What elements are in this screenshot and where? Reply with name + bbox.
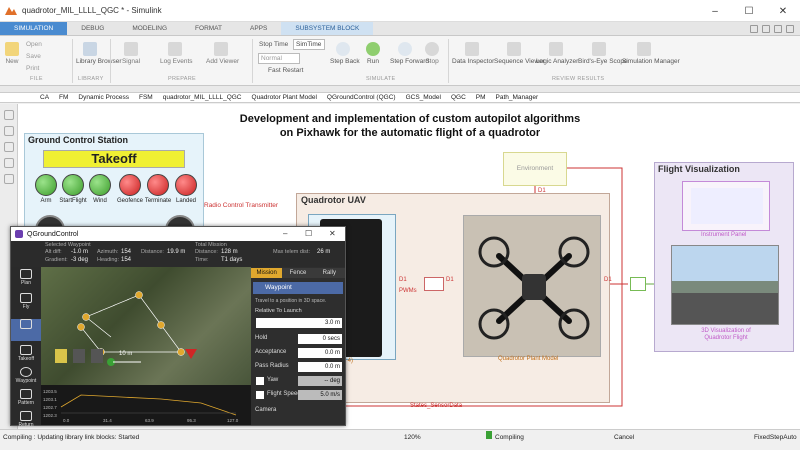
pattern-tool[interactable]: Pattern — [11, 389, 41, 406]
fly-icon — [20, 293, 32, 303]
pwm-label: PWMs — [399, 288, 417, 294]
uav-title: Quadrotor UAV — [301, 195, 366, 205]
tab-mission[interactable]: Mission — [251, 268, 283, 278]
signal-label: D1 — [446, 277, 454, 283]
qgc-logo-icon — [15, 230, 23, 238]
signal-label: D1 — [604, 277, 612, 283]
yaw-checkbox[interactable] — [256, 377, 264, 385]
qgc-plan-toolbar: Plan Fly Takeoff Waypoint Pattern Return — [11, 267, 41, 428]
qgc-mission-header: Selected Waypoint Alt diff: -1.0 m Gradi… — [11, 241, 345, 267]
pointer-icon — [20, 319, 32, 329]
flight-speed-input[interactable]: 5.0 m/s — [298, 390, 342, 400]
qgc-title: QGroundControl — [27, 230, 79, 238]
flight-speed-label: Flight Speed — [267, 391, 301, 397]
arm-lamp — [35, 174, 57, 196]
qgc-mission-map[interactable]: 10 m — [41, 267, 251, 385]
fly-tool[interactable]: Fly — [11, 293, 41, 310]
yaw-input[interactable]: -- deg — [298, 376, 342, 386]
qgc-maximize-icon[interactable]: ☐ — [305, 227, 312, 241]
hold-input[interactable]: 0 secs — [298, 334, 342, 344]
lamp-label: Landed — [175, 198, 197, 204]
pwm-conversion-block[interactable] — [424, 277, 444, 291]
select-tool[interactable] — [11, 319, 41, 341]
terminate-lamp — [147, 174, 169, 196]
acceptance-label: Acceptance — [255, 349, 287, 355]
map-scale: 10 m — [119, 351, 133, 357]
instrument-dials-icon — [691, 188, 763, 224]
compile-status: Compiling — [495, 434, 524, 441]
instrument-panel-label: Instrument Panel — [701, 232, 747, 238]
instrument-panel-block[interactable] — [682, 181, 770, 231]
plant-label: Quadrotor Plant Model — [498, 356, 559, 362]
cancel-button[interactable]: Cancel — [614, 434, 634, 441]
hold-label: Hold — [255, 335, 268, 341]
radio-control-label: Radio Control Transmitter — [204, 202, 279, 209]
waypoint-tool[interactable]: Waypoint — [11, 367, 41, 384]
signal-label: D1 — [399, 277, 407, 283]
output-bus-block[interactable] — [630, 277, 646, 291]
states-sensor-data-label: States_SensorData — [410, 403, 463, 409]
qgc-title-bar: QGroundControl – ☐ ✕ — [11, 227, 345, 241]
altitude-mode-select[interactable]: Relative To Launch — [255, 308, 302, 314]
return-icon — [20, 411, 32, 421]
plan-tool[interactable]: Plan — [11, 269, 41, 286]
landed-lamp — [175, 174, 197, 196]
camera-section[interactable]: Camera — [255, 407, 276, 413]
solver-label[interactable]: FixedStepAuto — [754, 434, 797, 441]
tab-rally[interactable]: Rally — [313, 268, 345, 278]
3d-visualization-block[interactable] — [671, 245, 779, 325]
pattern-icon — [20, 389, 32, 399]
mission-path-overlay — [55, 291, 197, 366]
3d-visualization-label: 3D Visualization of Quadrotor Flight — [701, 328, 751, 341]
mission-item-editor: Mission Fence Rally Waypoint Travel to a… — [251, 267, 345, 425]
yaw-label: Yaw — [267, 377, 279, 383]
start-flight-lamp — [62, 174, 84, 196]
gcs-title: Ground Control Station — [28, 135, 128, 145]
tab-fence[interactable]: Fence — [282, 268, 314, 278]
environment-block[interactable]: Environment — [503, 152, 567, 186]
compile-progress-indicator — [486, 431, 492, 439]
status-bar: Compiling : Updating library link blocks… — [0, 429, 800, 450]
waypoint-icon — [20, 367, 32, 377]
takeoff-tool[interactable]: Takeoff — [11, 345, 41, 362]
pass-radius-label: Pass Radius — [255, 363, 289, 369]
waypoint-type-select[interactable]: Waypoint — [253, 282, 343, 294]
takeoff-icon — [20, 345, 32, 355]
altitude-input[interactable]: 3.0 m — [256, 318, 342, 328]
altitude-profile-plot: 1203.5 1203.1 1202.7 1202.3 0.0 31.4 63.… — [41, 385, 251, 425]
geofence-lamp — [119, 174, 141, 196]
waypoint-description: Travel to a position in 3D space. — [255, 298, 327, 304]
acceptance-input[interactable]: 0.0 m — [298, 348, 342, 358]
status-message: Compiling : Updating library link blocks… — [3, 434, 140, 441]
plan-icon — [20, 269, 32, 279]
pass-radius-input[interactable]: 0.0 m — [298, 362, 342, 372]
lamp-label: Wind — [93, 198, 107, 204]
flight-mode-display: Takeoff — [43, 150, 185, 168]
wind-lamp — [89, 174, 111, 196]
quadrotor-plant-image[interactable] — [463, 215, 601, 357]
qgc-close-icon[interactable]: ✕ — [329, 227, 336, 241]
qgc-minimize-icon[interactable]: – — [283, 227, 287, 241]
return-tool[interactable]: Return — [11, 411, 41, 428]
qgroundcontrol-window[interactable]: QGroundControl – ☐ ✕ Selected Waypoint A… — [10, 226, 346, 428]
quadrotor-drone-icon — [478, 236, 590, 340]
flight-speed-checkbox[interactable] — [256, 391, 264, 399]
flight-viz-title: Flight Visualization — [658, 164, 740, 174]
zoom-level: 120% — [404, 434, 421, 441]
